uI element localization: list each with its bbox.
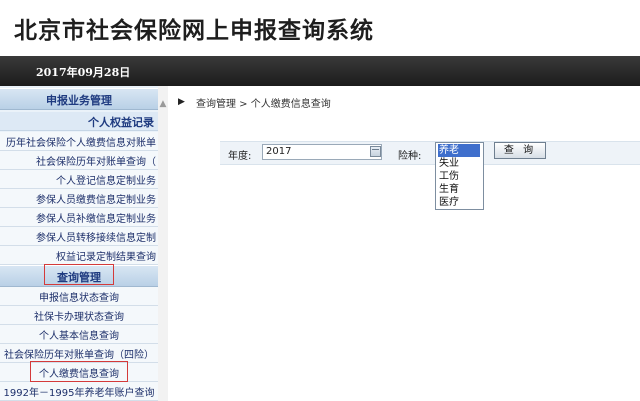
sidebar-item-backpay-custom[interactable]: 参保人员补缴信息定制业务 <box>0 208 158 227</box>
option-injury[interactable]: 工伤 <box>438 170 480 183</box>
option-unemployment[interactable]: 失业 <box>438 157 480 170</box>
option-pension[interactable]: 养老 <box>438 144 480 157</box>
sidebar-subsection-rights[interactable]: 个人权益记录 <box>0 112 158 131</box>
sidebar-item-payment-custom[interactable]: 参保人员缴费信息定制业务 <box>0 189 158 208</box>
sidebar-scrollbar[interactable]: ▲ <box>158 86 168 401</box>
sidebar-item-label: 社保卡办理状态查询 <box>34 312 124 323</box>
sidebar-item-label: 权益记录定制结果查询 <box>56 252 156 263</box>
app-header: 北京市社会保险网上申报查询系统 <box>0 0 640 52</box>
sidebar-item-basic-info[interactable]: 个人基本信息查询 <box>0 325 158 344</box>
sidebar-item-label: 社会保险历年对账单查询（四险） <box>4 350 154 361</box>
sidebar-item-label: 社会保险历年对账单查询（ <box>36 157 156 168</box>
query-form: 年度: 2017 险种: <box>220 141 640 165</box>
year-label: 年度: <box>228 151 252 162</box>
option-medical[interactable]: 医疗 <box>438 196 480 209</box>
year-input[interactable]: 2017 <box>262 144 382 160</box>
sidebar-item-card-status[interactable]: 社保卡办理状态查询 <box>0 306 158 325</box>
sidebar-item-label: 参保人员转移接续信息定制 <box>36 233 156 244</box>
sidebar-item-declaration-status[interactable]: 申报信息状态查询 <box>0 287 158 306</box>
sidebar-item-label: 个人登记信息定制业务 <box>56 176 156 187</box>
sidebar-item-history-statement[interactable]: 社会保险历年对账单查询（ <box>0 151 158 170</box>
chevron-up-icon[interactable]: ▲ <box>159 100 167 109</box>
sidebar-subsection-label: 个人权益记录 <box>88 116 154 129</box>
highlight-box <box>30 361 128 382</box>
highlight-box <box>44 264 114 285</box>
sidebar-item-label: 参保人员缴费信息定制业务 <box>36 195 156 206</box>
sidebar-item-annual-statement[interactable]: 历年社会保险个人缴费信息对账单 <box>0 132 158 151</box>
insurance-type-label: 险种: <box>398 151 422 162</box>
caret-right-icon: ▶ <box>178 97 185 107</box>
sidebar-item-label: 1992年－1995年养老年账户查询 <box>3 388 155 399</box>
insurance-type-listbox[interactable]: 养老 失业 工伤 生育 医疗 <box>435 142 484 210</box>
sidebar-item-label: 个人基本信息查询 <box>39 331 119 342</box>
sidebar-item-custom-result[interactable]: 权益记录定制结果查询 <box>0 246 158 265</box>
sidebar-item-pension-account-1992[interactable]: 1992年－1995年养老年账户查询 <box>0 382 158 401</box>
sidebar-item-registration-custom[interactable]: 个人登记信息定制业务 <box>0 170 158 189</box>
sidebar: 申报业务管理 个人权益记录 历年社会保险个人缴费信息对账单 社会保险历年对账单查… <box>0 86 159 401</box>
sidebar-item-label: 申报信息状态查询 <box>39 293 119 304</box>
query-button[interactable]: 查 询 <box>494 142 546 159</box>
breadcrumb: 查询管理 > 个人缴费信息查询 <box>196 99 331 110</box>
sidebar-section-declaration[interactable]: 申报业务管理 <box>0 88 158 110</box>
sidebar-item-label: 参保人员补缴信息定制业务 <box>36 214 156 225</box>
option-maternity[interactable]: 生育 <box>438 183 480 196</box>
date-bar: 2017年09月28日 <box>0 56 640 86</box>
sidebar-item-transfer-custom[interactable]: 参保人员转移接续信息定制 <box>0 227 158 246</box>
current-date: 2017年09月28日 <box>36 66 131 79</box>
calendar-icon[interactable] <box>370 146 381 157</box>
sidebar-item-label: 历年社会保险个人缴费信息对账单 <box>6 138 156 149</box>
main-content: ▶ 查询管理 > 个人缴费信息查询 年度: 2017 险种: 养老 失业 工伤 … <box>168 86 640 401</box>
sidebar-section-label: 申报业务管理 <box>46 94 112 107</box>
site-title: 北京市社会保险网上申报查询系统 <box>14 18 374 44</box>
